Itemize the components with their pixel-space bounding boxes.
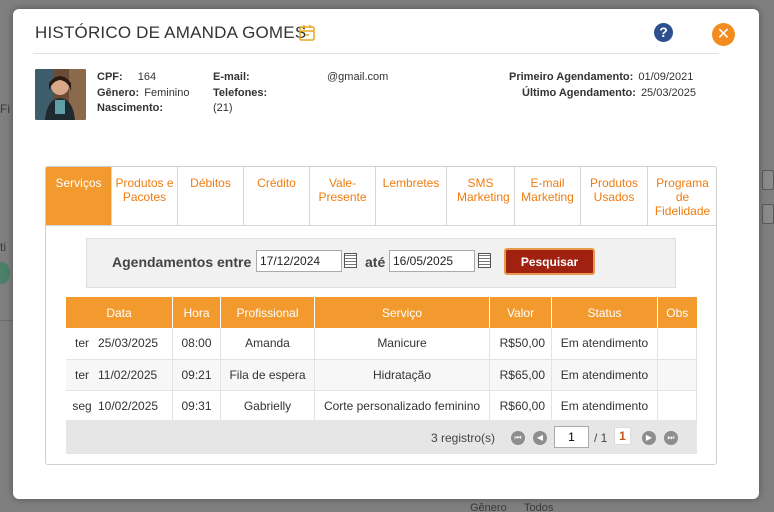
column-header-servico[interactable]: Serviço <box>314 297 490 328</box>
tab-lembretes[interactable]: Lembretes <box>376 167 447 225</box>
cell-status: Em atendimento <box>551 359 658 391</box>
cell-value: R$65,00 <box>489 359 552 391</box>
tab-servicos[interactable]: Serviços <box>46 167 112 225</box>
history-modal: HISTÓRICO DE AMANDA GOMES ? ✕ CPF: 164 G… <box>13 9 759 499</box>
column-header-profissional[interactable]: Profissional <box>220 297 315 328</box>
background-fragment: Fi <box>0 102 10 116</box>
genero-label: Gênero: <box>97 87 140 99</box>
tab-programa-de-fidelidade[interactable]: Programa de Fidelidade <box>648 167 717 225</box>
cell-obs <box>657 328 697 360</box>
date-filter-bar: Agendamentos entre até Pesquisar <box>86 238 676 288</box>
cpf-value: 164 <box>137 71 157 83</box>
cell-value: R$50,00 <box>489 328 552 360</box>
search-button[interactable]: Pesquisar <box>504 248 595 275</box>
title-divider <box>33 53 719 54</box>
cell-value: R$60,00 <box>489 390 552 422</box>
background-select <box>762 170 774 190</box>
next-page-icon[interactable]: ▶ <box>642 431 656 445</box>
date-range-label: Agendamentos entre <box>112 254 252 270</box>
cell-date: 10/02/2025 <box>98 390 173 422</box>
tab-credito[interactable]: Crédito <box>244 167 310 225</box>
history-tabs-panel: Serviços Produtos e Pacotes Débitos Créd… <box>45 166 717 465</box>
pagination-bar: 3 registro(s) ⏮ ◀ / 1 1 ▶ ⏭ <box>66 420 697 454</box>
column-header-valor[interactable]: Valor <box>489 297 552 328</box>
cell-day-of-week: ter <box>66 359 98 391</box>
cell-service: Hidratação <box>314 359 490 391</box>
cell-professional: Fila de espera <box>220 359 315 391</box>
ultimo-agendamento-label: Último Agendamento: <box>522 87 636 99</box>
help-icon[interactable]: ? <box>654 23 673 42</box>
email-label: E-mail: <box>213 71 250 83</box>
cell-time: 09:31 <box>172 390 221 422</box>
cell-day-of-week: ter <box>66 328 98 360</box>
cell-day-of-week: seg <box>66 390 98 422</box>
cell-service: Manicure <box>314 328 490 360</box>
current-page-link[interactable]: 1 <box>614 427 631 445</box>
cell-time: 08:00 <box>172 328 221 360</box>
cell-status: Em atendimento <box>551 390 658 422</box>
column-header-data[interactable]: Data <box>66 297 173 328</box>
primeiro-agendamento-label: Primeiro Agendamento: <box>509 71 634 83</box>
cell-obs <box>657 359 697 391</box>
cell-time: 09:21 <box>172 359 221 391</box>
background-fragment: Todos <box>524 502 554 512</box>
genero-value: Feminino <box>144 87 190 99</box>
telefones-value: (21) <box>213 102 233 114</box>
date-until-label: até <box>365 254 386 270</box>
background-select <box>762 204 774 224</box>
date-from-input[interactable] <box>256 250 342 272</box>
column-header-hora[interactable]: Hora <box>172 297 221 328</box>
last-page-icon[interactable]: ⏭ <box>664 431 678 445</box>
date-to-input[interactable] <box>389 250 475 272</box>
modal-title: HISTÓRICO DE AMANDA GOMES <box>35 23 307 42</box>
cell-service: Corte personalizado feminino <box>314 390 490 422</box>
cell-date: 11/02/2025 <box>98 359 173 391</box>
record-count: 3 registro(s) <box>431 431 496 445</box>
appointments-table: Data Hora Profissional Serviço Valor Sta… <box>66 297 697 422</box>
primeiro-agendamento-value: 01/09/2021 <box>638 71 694 83</box>
background-fragment: ti <box>0 240 6 254</box>
calendar-icon[interactable] <box>344 253 357 268</box>
column-header-obs[interactable]: Obs <box>657 297 697 328</box>
tab-debitos[interactable]: Débitos <box>178 167 244 225</box>
previous-page-icon[interactable]: ◀ <box>533 431 547 445</box>
email-value: @gmail.com <box>327 71 389 83</box>
table-row[interactable]: ter 25/03/2025 08:00 Amanda Manicure R$5… <box>66 328 697 360</box>
cell-obs <box>657 390 697 422</box>
calendar-icon[interactable] <box>478 253 491 268</box>
background-avatar <box>0 262 10 284</box>
column-header-status[interactable]: Status <box>551 297 658 328</box>
tab-bar: Serviços Produtos e Pacotes Débitos Créd… <box>46 167 717 226</box>
cell-date: 25/03/2025 <box>98 328 173 360</box>
tab-email-marketing[interactable]: E-mail Marketing <box>515 167 581 225</box>
table-row[interactable]: seg 10/02/2025 09:31 Gabrielly Corte per… <box>66 390 697 422</box>
tab-vale-presente[interactable]: Vale-Presente <box>310 167 376 225</box>
background-fragment: Gênero <box>470 502 507 512</box>
ultimo-agendamento-value: 25/03/2025 <box>640 87 696 99</box>
close-icon[interactable]: ✕ <box>712 23 735 46</box>
table-row[interactable]: ter 11/02/2025 09:21 Fila de espera Hidr… <box>66 359 697 391</box>
calendar-archive-icon[interactable] <box>298 24 316 42</box>
tab-produtos-e-pacotes[interactable]: Produtos e Pacotes <box>112 167 178 225</box>
page-number-input[interactable] <box>554 426 589 448</box>
nascimento-label: Nascimento: <box>97 102 164 114</box>
background-divider <box>0 320 13 321</box>
tab-sms-marketing[interactable]: SMS Marketing <box>447 167 515 225</box>
first-page-icon[interactable]: ⏮ <box>511 431 525 445</box>
cell-professional: Amanda <box>220 328 315 360</box>
cell-professional: Gabrielly <box>220 390 315 422</box>
table-header-row: Data Hora Profissional Serviço Valor Sta… <box>66 297 697 328</box>
cell-status: Em atendimento <box>551 328 658 360</box>
telefones-label: Telefones: <box>213 87 268 99</box>
tab-produtos-usados[interactable]: Produtos Usados <box>581 167 648 225</box>
avatar <box>35 69 86 120</box>
page-total: / 1 <box>594 431 608 445</box>
cpf-label: CPF: <box>97 71 123 83</box>
